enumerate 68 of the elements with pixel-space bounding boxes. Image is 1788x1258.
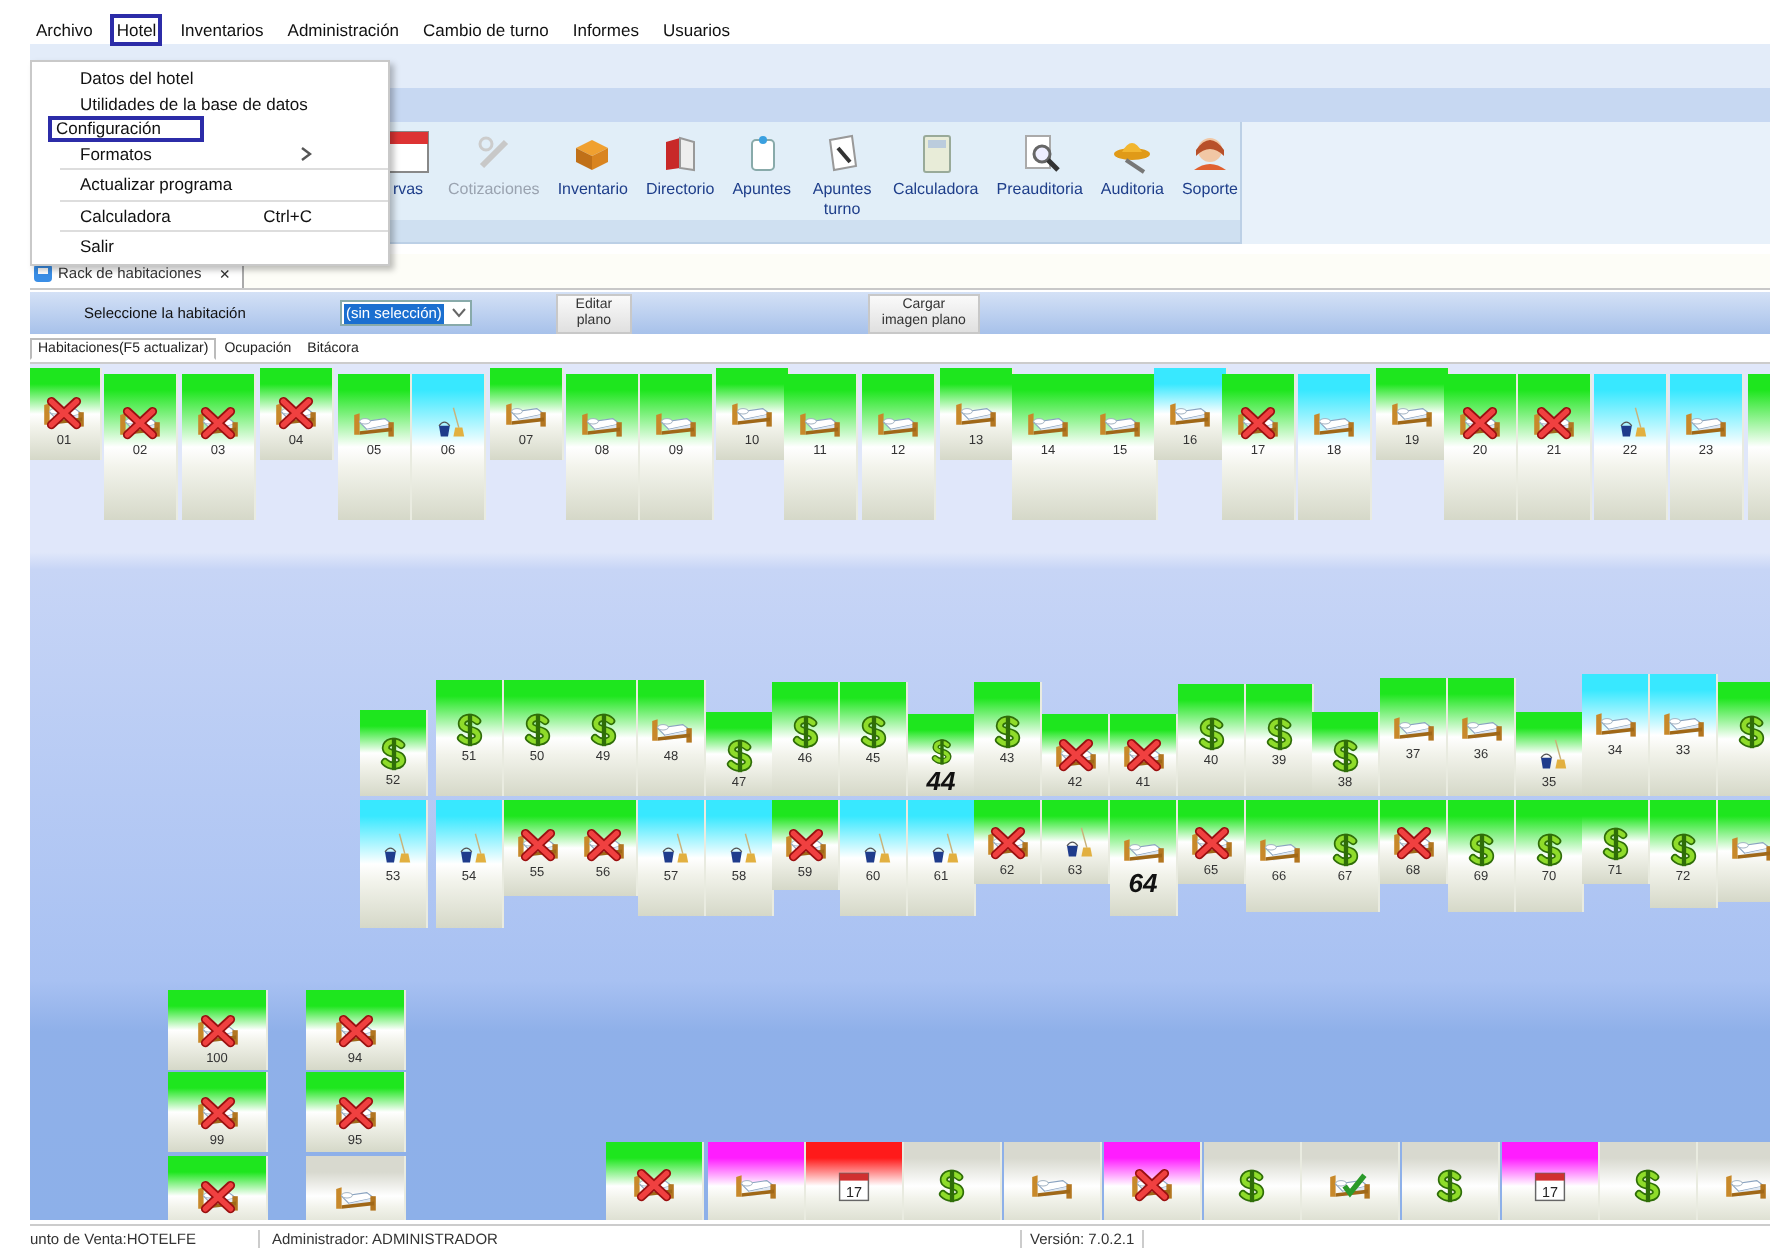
room-tile[interactable]: [1718, 800, 1770, 902]
bed-cross-icon: [118, 406, 162, 442]
room-tile[interactable]: [1302, 1142, 1400, 1220]
ribbon-button[interactable]: Directorio: [643, 130, 717, 200]
bed-cross-icon: [1130, 1168, 1174, 1204]
ribbon-button[interactable]: Auditoria: [1098, 130, 1166, 200]
menu-entry[interactable]: Actualizar programa: [48, 172, 328, 197]
bed-cross-icon: [581, 828, 625, 864]
room-tile[interactable]: [1204, 1142, 1302, 1220]
room-tile[interactable]: [708, 1142, 806, 1220]
ribbon-button[interactable]: Apuntes turno: [807, 130, 878, 220]
bed-cross-icon: [333, 1096, 377, 1132]
room-tile[interactable]: 44: [908, 714, 976, 796]
ribbon-button[interactable]: rvas: [384, 130, 432, 200]
room-tile[interactable]: 64: [1110, 800, 1178, 916]
room-tile[interactable]: [1402, 1142, 1500, 1220]
ribbon-button[interactable]: Soporte: [1179, 130, 1240, 200]
menu-entry[interactable]: Calculadora Ctrl+C: [48, 203, 328, 228]
bed-cross-icon: [985, 826, 1029, 862]
bed-cross-icon: [42, 396, 86, 432]
close-button[interactable]: ×: [219, 263, 230, 283]
room-tile[interactable]: [168, 1156, 268, 1220]
bed-cross-icon: [195, 1180, 239, 1216]
bed-cross-icon: [1458, 406, 1502, 442]
menu-item[interactable]: Archivo: [30, 14, 99, 46]
ribbon-button[interactable]: Apuntes: [730, 130, 794, 200]
bed-cross-icon: [333, 1014, 377, 1050]
bed-cross-icon: [515, 828, 559, 864]
bed-cross-icon: [196, 406, 240, 442]
menu-entry[interactable]: Datos del hotel: [48, 66, 328, 91]
menu-item[interactable]: Inventarios: [174, 14, 270, 46]
room-number: 64: [1128, 870, 1158, 898]
bed-cross-icon: [632, 1168, 676, 1204]
room-tile[interactable]: [1718, 682, 1770, 796]
bed-cross-icon: [1189, 826, 1233, 862]
menu-entry[interactable]: Formatos: [48, 141, 328, 166]
room-tile[interactable]: [606, 1142, 704, 1220]
chevron-right-icon: [300, 145, 312, 162]
bed-cross-icon: [195, 1014, 239, 1050]
ribbon-button[interactable]: Inventario: [555, 130, 630, 200]
bed-cross-icon: [274, 396, 318, 432]
bed-check-icon: [1328, 1168, 1372, 1204]
bed-cross-icon: [195, 1096, 239, 1132]
room-tile[interactable]: [1004, 1142, 1102, 1220]
room-tile[interactable]: 17: [806, 1142, 904, 1220]
room-tile[interactable]: [1104, 1142, 1202, 1220]
menu-item[interactable]: Hotel: [110, 14, 163, 46]
bed-cross-icon: [1391, 826, 1435, 862]
room-tile[interactable]: [1600, 1142, 1698, 1220]
bed-cross-icon: [1532, 406, 1576, 442]
room-tile[interactable]: [904, 1142, 1002, 1220]
bed-cross-icon: [1121, 738, 1165, 774]
bed-cross-icon: [1236, 406, 1280, 442]
room-tile[interactable]: 17: [1502, 1142, 1600, 1220]
menu-entry[interactable]: Configuración: [48, 116, 205, 141]
ribbon-button[interactable]: Preauditoria: [994, 130, 1085, 200]
menu-item[interactable]: Informes: [566, 14, 645, 46]
menu-entry[interactable]: Utilidades de la base de datos: [48, 91, 328, 116]
bed-cross-icon: [1053, 738, 1097, 774]
room-number: 44: [926, 768, 956, 796]
room-tile[interactable]: [306, 1156, 406, 1220]
menu-item[interactable]: Usuarios: [656, 14, 736, 46]
menu-item[interactable]: Cambio de turno: [417, 14, 555, 46]
shortcut-label: Ctrl+C: [263, 205, 312, 226]
ribbon-button[interactable]: Calculadora: [891, 130, 981, 200]
menu-entry[interactable]: Salir: [48, 234, 328, 259]
bed-cross-icon: [783, 828, 827, 864]
menu-item[interactable]: Administración: [281, 14, 406, 46]
